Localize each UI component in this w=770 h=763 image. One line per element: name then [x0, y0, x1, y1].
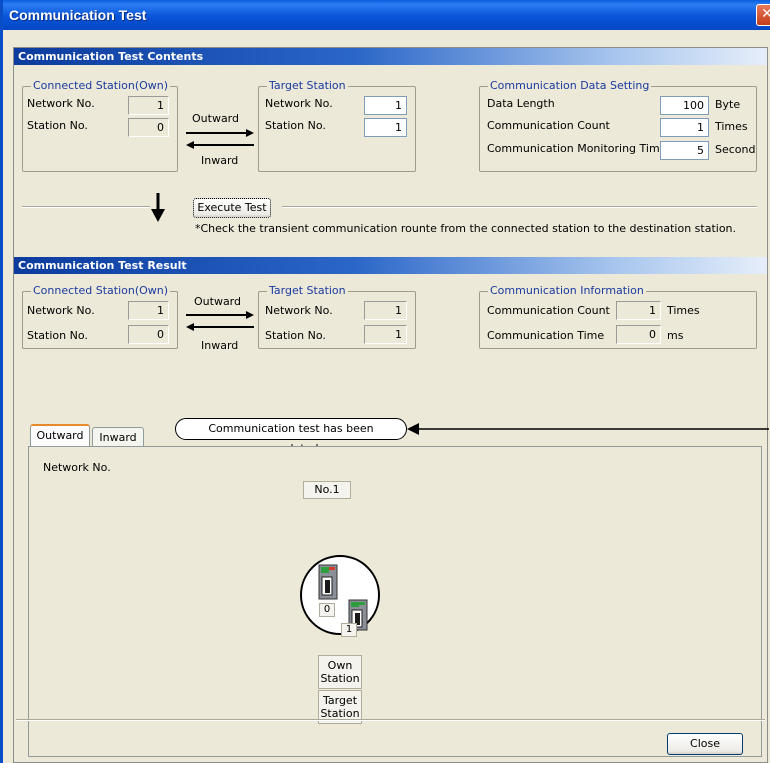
- result-target-station-legend: Target Station: [267, 284, 348, 298]
- result-target-network-value: 1: [364, 301, 407, 320]
- comm-info-legend: Communication Information: [488, 284, 646, 298]
- result-own-station-value: 0: [128, 325, 169, 344]
- window-close-icon[interactable]: ✕: [756, 4, 770, 26]
- result-time-unit: ms: [667, 329, 684, 342]
- tab-inward[interactable]: Inward: [92, 427, 144, 447]
- contents-header: Communication Test Contents: [14, 48, 767, 65]
- result-time-value: 0: [616, 325, 661, 344]
- contents-outward-label: Outward: [192, 112, 239, 125]
- title-bar: Communication Test: [3, 0, 770, 30]
- contents-direction-arrows: [186, 129, 254, 149]
- comm-count-unit: Times: [715, 120, 748, 133]
- result-direction-arrows: [186, 311, 254, 331]
- result-own-network-label: Network No.: [27, 304, 95, 317]
- result-own-station-legend: Connected Station(Own): [31, 284, 171, 298]
- execute-test-button[interactable]: Execute Test: [193, 198, 271, 218]
- execute-separator-right: [282, 206, 757, 208]
- legend-own-station: Own Station: [318, 655, 362, 689]
- close-button[interactable]: Close: [667, 733, 743, 755]
- communication-test-window: Communication Test ✕ Communication Test …: [0, 0, 770, 763]
- result-own-network-value: 1: [128, 301, 169, 320]
- down-arrow-icon: [151, 193, 165, 222]
- contents-own-network-value: 1: [128, 96, 169, 115]
- execute-note: *Check the transient communication rount…: [195, 222, 737, 235]
- result-header: Communication Test Result: [14, 257, 767, 274]
- contents-own-station-value: 0: [128, 118, 169, 137]
- data-length-label: Data Length: [487, 97, 555, 110]
- window-title: Communication Test: [9, 7, 147, 23]
- result-count-value: 1: [616, 301, 661, 320]
- own-station-plc-icon: [318, 564, 338, 600]
- monitoring-time-unit: Second: [715, 143, 756, 156]
- result-target-station-group: Target Station Network No. 1 Station No.…: [258, 284, 416, 349]
- data-setting-legend: Communication Data Setting: [488, 79, 652, 93]
- result-target-network-label: Network No.: [265, 304, 333, 317]
- monitoring-time-input[interactable]: 5: [660, 141, 709, 160]
- result-target-station-value: 1: [364, 325, 407, 344]
- status-message-callout: Communication test has been completed.: [175, 418, 407, 455]
- bottom-separator: [16, 719, 765, 721]
- contents-target-station-group: Target Station Network No. 1 Station No.…: [258, 79, 416, 172]
- callout-pointer-arrow: [407, 423, 769, 435]
- result-target-station-label: Station No.: [265, 329, 326, 342]
- contents-own-station-legend: Connected Station(Own): [31, 79, 171, 93]
- result-count-label: Communication Count: [487, 304, 610, 317]
- contents-own-station-label: Station No.: [27, 119, 88, 132]
- contents-own-network-label: Network No.: [27, 97, 95, 110]
- data-setting-group: Communication Data Setting Data Length 1…: [479, 79, 757, 172]
- network-tag: No.1: [303, 481, 351, 499]
- contents-target-station-input[interactable]: 1: [364, 118, 407, 137]
- result-own-station-group: Connected Station(Own) Network No. 1 Sta…: [22, 284, 178, 349]
- data-length-input[interactable]: 100: [660, 96, 709, 115]
- outward-tab-pane: Network No. No.1 0 1 Own Station Target …: [28, 446, 762, 757]
- own-station-number: 0: [319, 603, 335, 617]
- contents-target-network-input[interactable]: 1: [364, 96, 407, 115]
- result-own-station-label: Station No.: [27, 329, 88, 342]
- execute-separator-left: [22, 206, 150, 208]
- tab-outward[interactable]: Outward: [30, 424, 90, 447]
- contents-target-network-label: Network No.: [265, 97, 333, 110]
- contents-inward-label: Inward: [201, 154, 239, 167]
- target-station-number: 1: [341, 623, 357, 637]
- comm-count-input[interactable]: 1: [660, 118, 709, 137]
- result-time-label: Communication Time: [487, 329, 605, 342]
- contents-own-station-group: Connected Station(Own) Network No. 1 Sta…: [22, 79, 178, 172]
- main-panel: Communication Test Contents Connected St…: [13, 47, 769, 763]
- contents-target-station-legend: Target Station: [267, 79, 348, 93]
- diagram-network-label: Network No.: [43, 461, 111, 474]
- comm-count-label: Communication Count: [487, 119, 610, 132]
- result-inward-label: Inward: [201, 339, 239, 352]
- result-count-unit: Times: [667, 304, 700, 317]
- monitoring-time-label: Communication Monitoring Time: [487, 142, 667, 155]
- comm-info-group: Communication Information Communication …: [479, 284, 757, 349]
- contents-target-station-label: Station No.: [265, 119, 326, 132]
- data-length-unit: Byte: [715, 98, 741, 111]
- result-outward-label: Outward: [194, 295, 241, 308]
